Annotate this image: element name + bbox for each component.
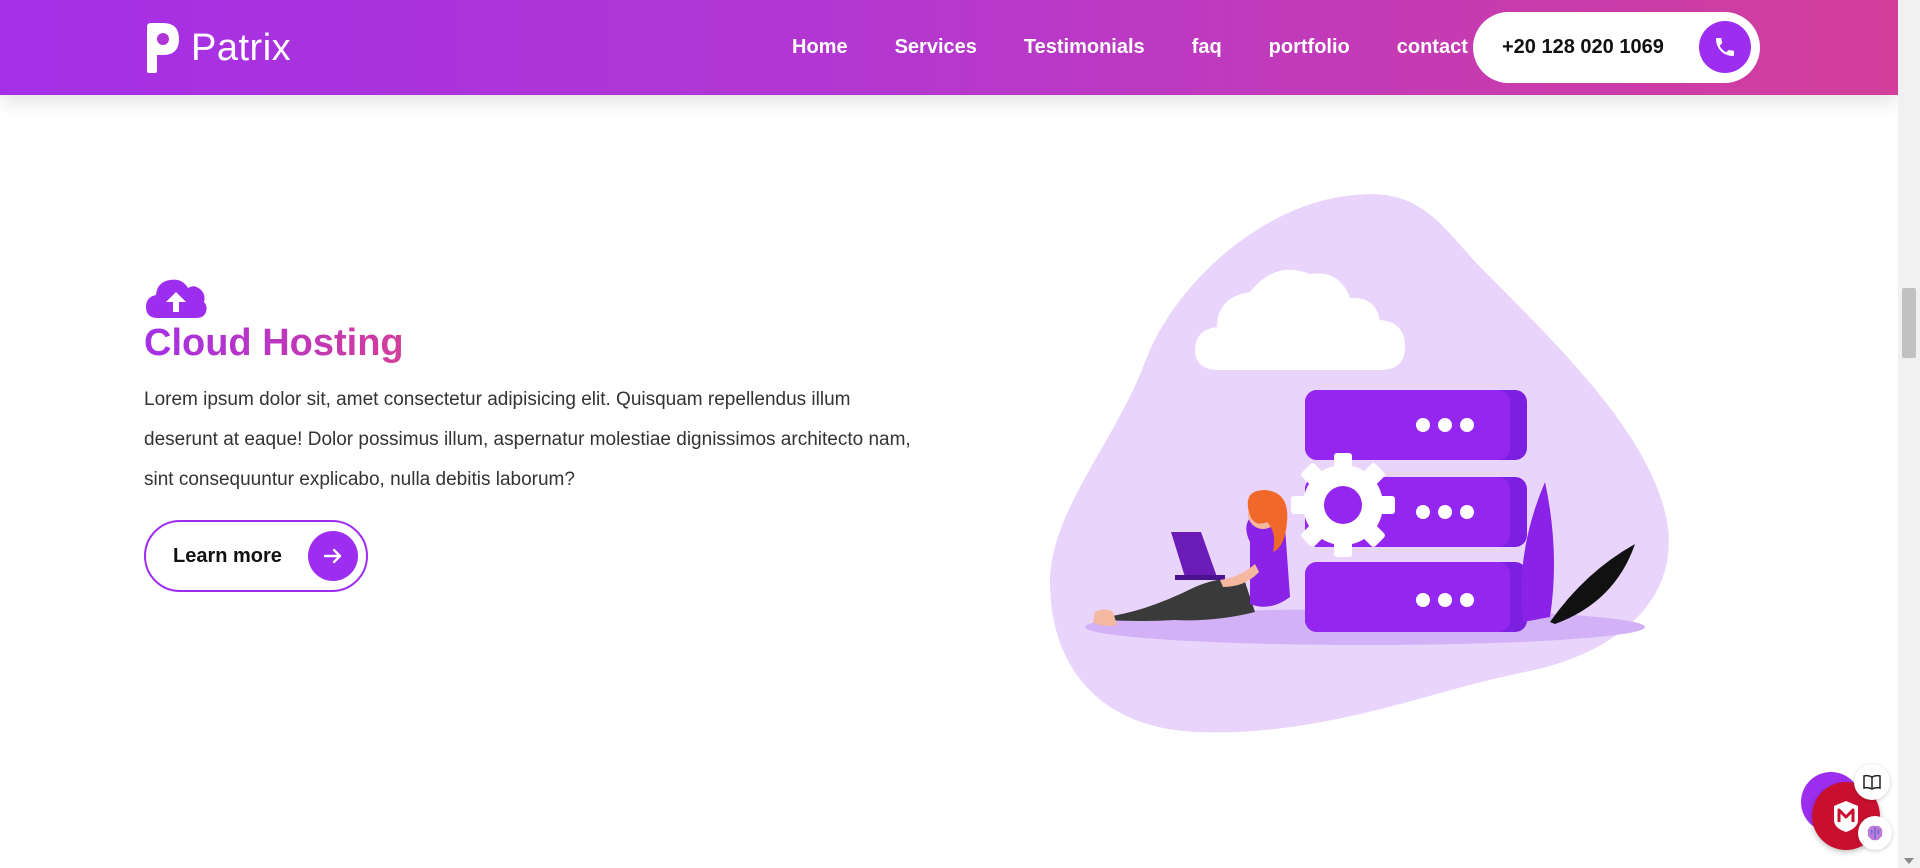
main-nav: Home Services Testimonials faq portfolio… bbox=[770, 0, 1515, 95]
ai-assistant-button[interactable] bbox=[1858, 816, 1892, 850]
scroll-down-arrow-icon[interactable] bbox=[1904, 858, 1914, 864]
scrollbar-thumb[interactable] bbox=[1902, 288, 1916, 358]
phone-number: +20 128 020 1069 bbox=[1502, 36, 1664, 58]
phone-contact-button[interactable]: +20 128 020 1069 bbox=[1473, 12, 1760, 83]
nav-item-home[interactable]: Home bbox=[792, 36, 848, 59]
nav-item-testimonials[interactable]: Testimonials bbox=[1024, 36, 1145, 59]
nav-item-contact[interactable]: contact bbox=[1397, 36, 1468, 59]
feature-description: Lorem ipsum dolor sit, amet consectetur … bbox=[144, 389, 911, 490]
learn-more-button[interactable]: Learn more bbox=[144, 520, 368, 592]
nav-item-portfolio[interactable]: portfolio bbox=[1269, 36, 1350, 59]
site-header: Patrix Home Services Testimonials faq po… bbox=[0, 0, 1898, 95]
reader-mode-button[interactable] bbox=[1854, 764, 1890, 800]
nav-item-faq[interactable]: faq bbox=[1192, 36, 1222, 59]
arrow-right-icon bbox=[308, 531, 358, 581]
phone-icon-button[interactable] bbox=[1699, 21, 1751, 73]
phone-icon bbox=[1716, 38, 1734, 56]
brain-icon bbox=[1867, 825, 1883, 841]
learn-more-label: Learn more bbox=[173, 545, 282, 567]
page-scrollbar[interactable] bbox=[1898, 0, 1920, 868]
cloud-upload-icon bbox=[146, 279, 207, 318]
cloud-hosting-illustration bbox=[1050, 194, 1669, 733]
feature-title: Cloud Hosting bbox=[144, 322, 404, 364]
nav-item-services[interactable]: Services bbox=[895, 36, 977, 59]
book-icon bbox=[1863, 774, 1881, 790]
brand-name: Patrix bbox=[191, 26, 292, 69]
patrix-logo-icon bbox=[147, 23, 179, 73]
brand-logo[interactable]: Patrix bbox=[143, 21, 291, 75]
